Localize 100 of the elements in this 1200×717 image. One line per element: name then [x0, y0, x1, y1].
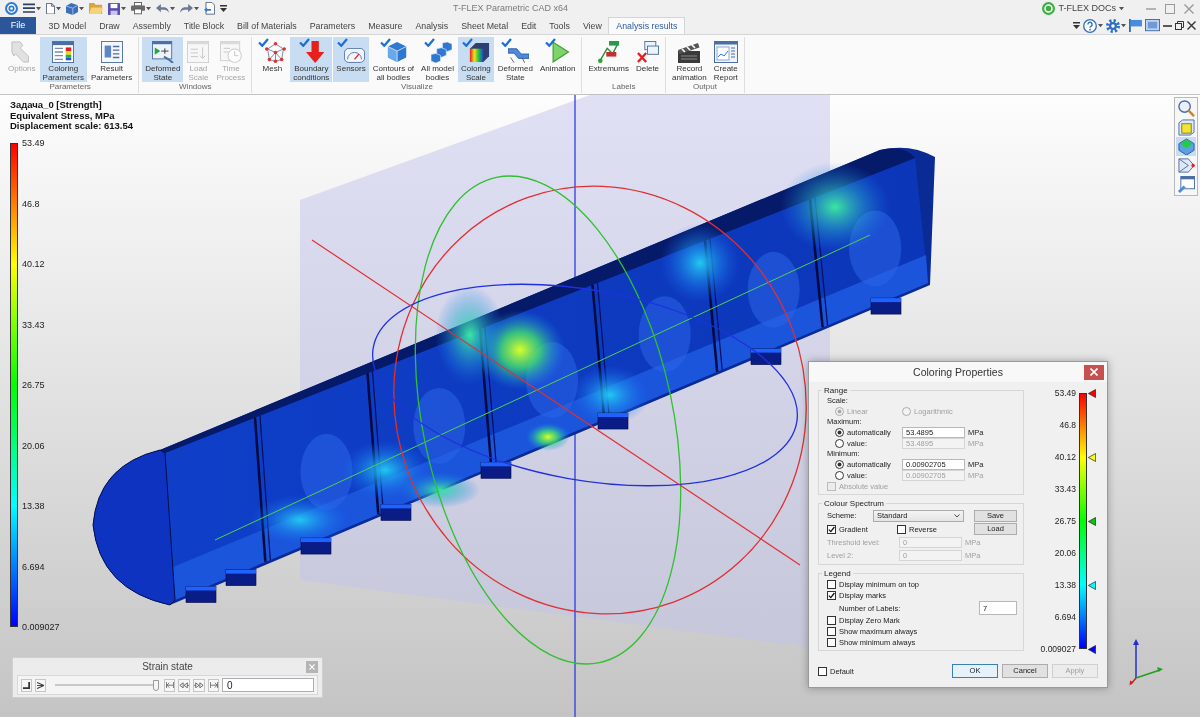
- close-icon: [1090, 368, 1098, 376]
- group-label: Parameters: [48, 82, 92, 93]
- help-button[interactable]: [1083, 17, 1103, 34]
- ribbon-tab[interactable]: Measure: [361, 17, 409, 34]
- customize-icon: [220, 5, 227, 12]
- checkbox[interactable]: [897, 524, 906, 534]
- ribbon-button[interactable]: Mesh: [255, 37, 290, 82]
- ribbon-button[interactable]: Create Report: [710, 37, 741, 82]
- ribbon-button[interactable]: Coloring Parameters: [39, 37, 87, 82]
- checkbox[interactable]: [827, 580, 836, 589]
- caret-icon: [1098, 23, 1103, 28]
- model-button[interactable]: [64, 0, 86, 17]
- slider-track[interactable]: [54, 679, 157, 691]
- ribbon-button[interactable]: All model bodies: [418, 37, 457, 82]
- scale-value: 46.8: [22, 197, 41, 210]
- play-button[interactable]: [34, 678, 46, 692]
- radio-button[interactable]: [835, 471, 844, 480]
- checkbox[interactable]: [818, 666, 827, 676]
- ribbon-button[interactable]: Boundary conditions: [290, 37, 333, 82]
- caret-icon: [36, 6, 41, 11]
- document-button[interactable]: [202, 0, 217, 17]
- ribbon-tab[interactable]: Title Block: [177, 17, 231, 34]
- ribbon-tab[interactable]: Assembly: [126, 17, 178, 34]
- print-button[interactable]: [129, 0, 153, 17]
- file-tab[interactable]: File: [0, 17, 36, 34]
- new-button[interactable]: [44, 0, 63, 17]
- ribbon-button[interactable]: Record animation: [669, 37, 710, 82]
- slider-thumb[interactable]: [153, 679, 160, 691]
- ribbon-tab[interactable]: 3D Model: [42, 17, 93, 34]
- checkbox[interactable]: [827, 627, 836, 636]
- maximize-icon: [1164, 3, 1175, 14]
- checkbox[interactable]: [827, 638, 836, 647]
- ribbon-tab[interactable]: Analysis results: [608, 17, 686, 34]
- stop-button[interactable]: [21, 678, 32, 692]
- view-tool-button[interactable]: [1176, 156, 1196, 175]
- ribbon-button[interactable]: Extremums: [585, 37, 632, 82]
- ribbon-tab[interactable]: Bill of Materials: [230, 17, 304, 34]
- last-frame-button[interactable]: [208, 678, 219, 692]
- scale-value: 26.75: [1054, 515, 1076, 527]
- scale-value: 6.694: [22, 560, 46, 573]
- group-label: Visualize: [399, 82, 434, 93]
- info-text: Displacement scale: 613.54: [10, 121, 134, 132]
- ribbon-button[interactable]: Sensors: [333, 37, 369, 82]
- checkbox[interactable]: [827, 591, 836, 600]
- rewind-button[interactable]: [178, 678, 191, 692]
- ribbon-tab[interactable]: Sheet Metal: [454, 17, 515, 34]
- radio-button[interactable]: [835, 428, 844, 437]
- view-tool-button[interactable]: [1176, 137, 1196, 156]
- ribbon-button[interactable]: Coloring Scale: [458, 37, 494, 82]
- scale-value: 20.06: [22, 439, 46, 452]
- docs-button[interactable]: T-FLEX DOCs: [1040, 0, 1126, 17]
- group-title: Legend: [822, 568, 853, 579]
- ribbon-tab[interactable]: View: [576, 17, 609, 34]
- ribbon-button[interactable]: Contours of all bodies: [369, 37, 418, 82]
- first-frame-button[interactable]: [164, 678, 176, 692]
- scale-value: 33.43: [1054, 483, 1076, 495]
- ribbon-button[interactable]: Deformed State: [142, 37, 184, 82]
- menu-icon: [23, 3, 35, 14]
- save-button[interactable]: [106, 0, 128, 17]
- window-button[interactable]: [1145, 17, 1160, 34]
- ribbon-tab[interactable]: Edit: [514, 17, 543, 34]
- ribbon-tab[interactable]: Tools: [542, 17, 577, 34]
- caret-icon: [146, 6, 151, 11]
- info-text: Equivalent Stress, MPa: [10, 110, 116, 121]
- view-tool-button[interactable]: [1176, 118, 1196, 137]
- view-tool-button[interactable]: [1176, 99, 1196, 118]
- minimize-icon: [1163, 24, 1172, 27]
- support-block: [750, 348, 782, 365]
- ribbon-button[interactable]: Animation: [536, 37, 579, 82]
- gauge-icon: [344, 48, 366, 63]
- ribbon-button[interactable]: Result Parameters: [87, 37, 136, 82]
- ribbon-tab[interactable]: Parameters: [303, 17, 362, 34]
- scale-value: 33.43: [22, 318, 46, 331]
- view-tool-button[interactable]: [1176, 175, 1196, 194]
- scale-value: 13.38: [22, 500, 46, 512]
- caret-icon: [1121, 23, 1126, 28]
- axis-triad-icon: [1128, 638, 1164, 686]
- settings-button[interactable]: [1106, 17, 1126, 34]
- beam-icon: [508, 47, 530, 63]
- minimize-icon: [1145, 7, 1156, 10]
- fast-forward-button[interactable]: [193, 678, 206, 692]
- radio-button[interactable]: [835, 439, 844, 448]
- scale-value: 46.8: [1059, 419, 1076, 431]
- ribbon-button[interactable]: Delete: [632, 37, 663, 82]
- document-icon: [100, 41, 123, 63]
- ribbon-tab[interactable]: Analysis: [408, 17, 455, 34]
- ribbon-button[interactable]: Deformed State: [494, 37, 536, 82]
- folder-icon: [89, 2, 103, 15]
- flag-button[interactable]: [1129, 17, 1142, 34]
- radio-button[interactable]: [835, 460, 844, 469]
- clapperboard-icon: [677, 41, 702, 63]
- app-menu-button[interactable]: [3, 0, 20, 17]
- ribbon-tab[interactable]: Draw: [92, 17, 127, 34]
- window-title: T-FLEX Parametric CAD x64: [453, 3, 569, 14]
- frame-field[interactable]: 0: [222, 678, 314, 692]
- checkbox[interactable]: [827, 524, 836, 534]
- undo-arrow-icon: [156, 3, 169, 14]
- support-block: [185, 586, 217, 603]
- checkbox[interactable]: [827, 616, 836, 625]
- redo-arrow-icon: [180, 3, 193, 14]
